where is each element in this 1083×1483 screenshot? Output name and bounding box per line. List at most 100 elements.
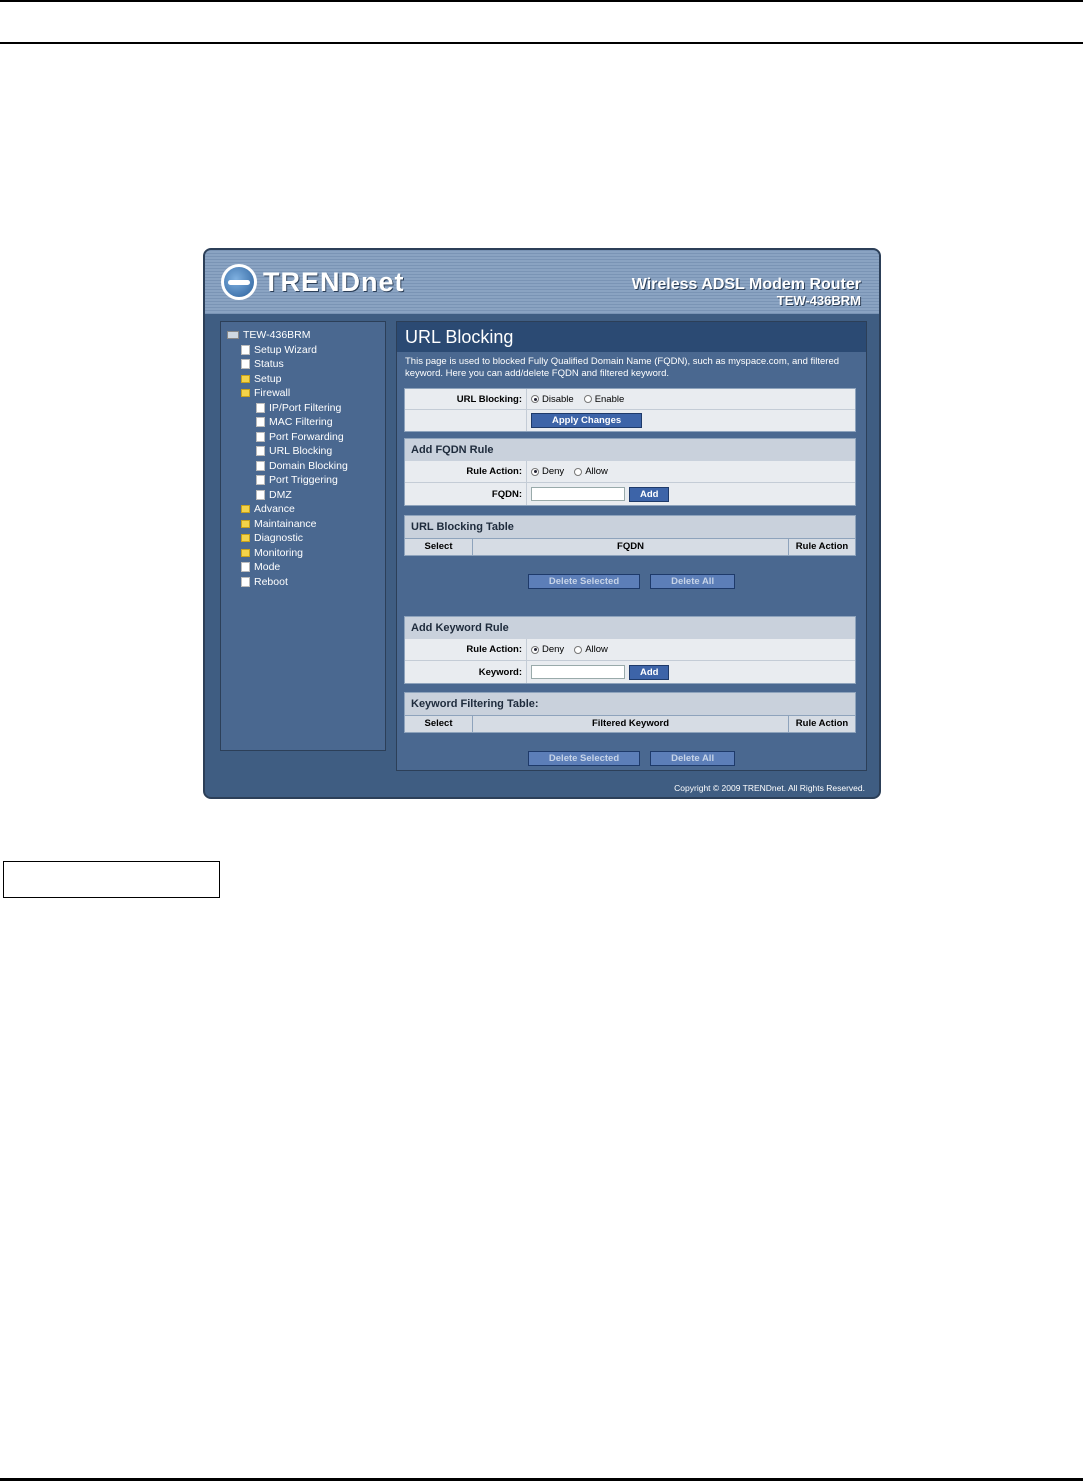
product-name: Wireless ADSL Modem Router — [631, 276, 861, 293]
document-icon — [256, 417, 265, 428]
nav-ip-port-filtering[interactable]: IP/Port Filtering — [227, 401, 348, 416]
keyword-delete-all-button[interactable]: Delete All — [650, 751, 736, 766]
nav-label: URL Blocking — [269, 445, 333, 457]
nav-port-triggering[interactable]: Port Triggering — [227, 473, 348, 488]
fqdn-allow-radio[interactable] — [574, 467, 583, 476]
keyword-input-row: Keyword: Add — [405, 661, 855, 683]
nav-mode[interactable]: Mode — [227, 560, 348, 575]
url-blocking-row: URL Blocking: Disable Enable — [405, 389, 855, 410]
url-blocking-panel: URL Blocking: Disable Enable Apply Chang… — [404, 388, 856, 432]
apply-changes-button[interactable]: Apply Changes — [531, 413, 643, 428]
nav-label: Port Triggering — [269, 474, 338, 486]
nav-dmz[interactable]: DMZ — [227, 488, 348, 503]
fqdn-input[interactable] — [531, 487, 625, 501]
nav-advance[interactable]: Advance — [227, 502, 348, 517]
folder-open-icon — [241, 389, 250, 398]
add-fqdn-title: Add FQDN Rule — [405, 439, 855, 461]
url-blocking-table: URL Blocking Table Select FQDN Rule Acti… — [404, 515, 856, 556]
router-header: TRENDnet Wireless ADSL Modem Router TEW-… — [205, 250, 879, 314]
nav-diagnostic[interactable]: Diagnostic — [227, 531, 348, 546]
nav-root[interactable]: TEW-436BRM — [227, 328, 348, 343]
fqdn-action-label: Rule Action: — [405, 461, 527, 482]
fqdn-action-options: Deny Allow — [527, 461, 855, 482]
nav-label: MAC Filtering — [269, 416, 333, 428]
keyword-table-buttons: Delete Selected Delete All — [397, 751, 866, 766]
nav-label: Advance — [254, 503, 295, 515]
keyword-allow-radio[interactable] — [574, 645, 583, 654]
enable-label: Enable — [594, 393, 625, 405]
nav-label: Diagnostic — [254, 532, 304, 544]
nav-firewall[interactable]: Firewall — [227, 386, 348, 401]
top-rule — [0, 0, 1083, 2]
folder-icon — [241, 534, 250, 543]
logo-icon — [221, 264, 257, 300]
url-delete-selected-button[interactable]: Delete Selected — [527, 574, 641, 589]
copyright-text: Copyright © 2009 TRENDnet. All Rights Re… — [674, 783, 865, 793]
nav-domain-blocking[interactable]: Domain Blocking — [227, 459, 348, 474]
keyword-action-label: Rule Action: — [405, 639, 527, 660]
nav-setup[interactable]: Setup — [227, 372, 348, 387]
keyword-allow-label: Allow — [585, 644, 608, 655]
fqdn-deny-radio[interactable] — [531, 467, 539, 476]
col-rule-action: Rule Action — [795, 718, 849, 729]
keyword-filtering-table: Keyword Filtering Table: Select Filtered… — [404, 692, 856, 733]
router-icon — [227, 331, 239, 340]
nav-reboot[interactable]: Reboot — [227, 575, 348, 590]
nav-label: DMZ — [269, 488, 292, 501]
document-icon — [256, 460, 265, 471]
keyword-field-label: Keyword: — [405, 661, 527, 683]
nav-label: Monitoring — [254, 546, 304, 559]
fqdn-allow-label: Allow — [585, 466, 608, 477]
fqdn-field-label: FQDN: — [405, 483, 527, 505]
keyword-deny-label: Deny — [542, 644, 565, 655]
document-icon — [241, 576, 250, 587]
fqdn-deny-label: Deny — [542, 466, 565, 477]
nav-mac-filtering[interactable]: MAC Filtering — [227, 415, 348, 430]
sidebar-nav: TEW-436BRM Setup Wizard Status Setup Fir… — [220, 321, 386, 751]
url-delete-all-button[interactable]: Delete All — [650, 574, 736, 589]
nav-port-forwarding[interactable]: Port Forwarding — [227, 430, 348, 445]
keyword-add-button[interactable]: Add — [629, 664, 670, 680]
add-keyword-panel: Add Keyword Rule Rule Action: Deny Allow… — [404, 616, 856, 684]
col-select: Select — [405, 716, 473, 732]
document-icon — [241, 359, 250, 370]
document-icon — [256, 402, 265, 413]
nav-tree: TEW-436BRM Setup Wizard Status Setup Fir… — [227, 328, 348, 589]
fqdn-add-button[interactable]: Add — [629, 486, 670, 502]
apply-cell: Apply Changes — [527, 410, 855, 431]
url-blocking-options: Disable Enable — [527, 389, 855, 409]
col-filtered-keyword: Filtered Keyword — [473, 716, 789, 732]
folder-icon — [241, 374, 250, 383]
keyword-action-row: Rule Action: Deny Allow — [405, 639, 855, 661]
document-icon — [256, 431, 265, 442]
nav-label: Domain Blocking — [269, 459, 348, 472]
apply-label-spacer — [405, 410, 527, 431]
add-keyword-title: Add Keyword Rule — [405, 617, 855, 639]
disable-radio[interactable] — [531, 395, 539, 403]
nav-status[interactable]: Status — [227, 357, 348, 372]
document-icon — [241, 344, 250, 355]
nav-maintainance[interactable]: Maintainance — [227, 517, 348, 532]
nav-monitoring[interactable]: Monitoring — [227, 546, 348, 561]
nav-url-blocking[interactable]: URL Blocking — [227, 444, 348, 459]
router-ui-screenshot: TRENDnet Wireless ADSL Modem Router TEW-… — [203, 248, 881, 799]
nav-label: IP/Port Filtering — [269, 401, 342, 414]
apply-row: Apply Changes — [405, 410, 855, 431]
title-bar: URL Blocking — [397, 322, 866, 352]
col-fqdn: FQDN — [473, 539, 789, 555]
document-icon — [256, 489, 265, 500]
folder-icon — [241, 548, 250, 557]
keyword-input-cell: Add — [527, 661, 855, 683]
col-rule-action: Rule Action — [795, 541, 849, 552]
enable-radio[interactable] — [583, 395, 592, 403]
nav-setup-wizard[interactable]: Setup Wizard — [227, 343, 348, 358]
add-fqdn-panel: Add FQDN Rule Rule Action: Deny Allow FQ… — [404, 438, 856, 506]
logo-text: TRENDnet — [263, 266, 405, 297]
keyword-delete-selected-button[interactable]: Delete Selected — [527, 751, 641, 766]
keyword-input[interactable] — [531, 665, 625, 679]
trendnet-logo: TRENDnet — [221, 264, 405, 300]
nav-root-label: TEW-436BRM — [243, 329, 311, 341]
keyword-deny-radio[interactable] — [531, 645, 539, 654]
folder-icon — [241, 519, 250, 528]
nav-label: Mode — [254, 561, 281, 573]
